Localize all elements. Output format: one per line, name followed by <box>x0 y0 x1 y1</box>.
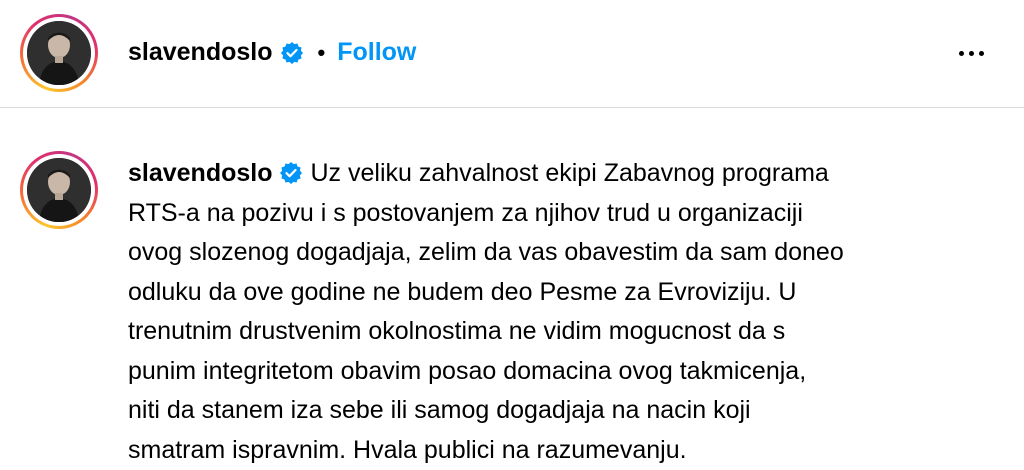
caption-line: trenutnim drustvenim okolnostima ne vidi… <box>128 312 948 352</box>
caption-line: niti da stanem iza sebe ili samog dogadj… <box>128 391 948 431</box>
caption-avatar-ring[interactable] <box>20 151 98 229</box>
caption-line: punim integritetom obavim posao domacina… <box>128 352 948 392</box>
caption-line: ovog slozenog dogadjaja, zelim da vas ob… <box>128 233 948 273</box>
caption-line: RTS-a na pozivu i s postovanjem za njiho… <box>128 194 948 234</box>
post-header: slavendoslo • Follow <box>0 0 1024 107</box>
caption-avatar <box>27 158 91 222</box>
divider <box>0 107 1024 108</box>
verified-badge-icon <box>280 41 304 65</box>
follow-button[interactable]: Follow <box>337 38 416 67</box>
verified-badge-icon <box>279 161 303 185</box>
caption-line: slavendoslo Uz veliku zahvalnost ekipi Z… <box>128 154 948 194</box>
header-user-row: slavendoslo • Follow <box>128 38 416 67</box>
caption-line-text: Uz veliku zahvalnost ekipi Zabavnog prog… <box>311 159 829 187</box>
avatar-story-ring[interactable] <box>20 14 98 92</box>
caption-username-link[interactable]: slavendoslo <box>128 159 273 187</box>
caption-line: odluku da ove godine ne budem deo Pesme … <box>128 273 948 313</box>
more-options-icon[interactable] <box>951 38 991 68</box>
separator-dot: • <box>318 40 326 66</box>
caption-text: slavendoslo Uz veliku zahvalnost ekipi Z… <box>128 154 948 470</box>
username-link[interactable]: slavendoslo <box>128 38 273 67</box>
caption-line: smatram ispravnim. Hvala publici na razu… <box>128 431 948 470</box>
avatar <box>27 21 91 85</box>
